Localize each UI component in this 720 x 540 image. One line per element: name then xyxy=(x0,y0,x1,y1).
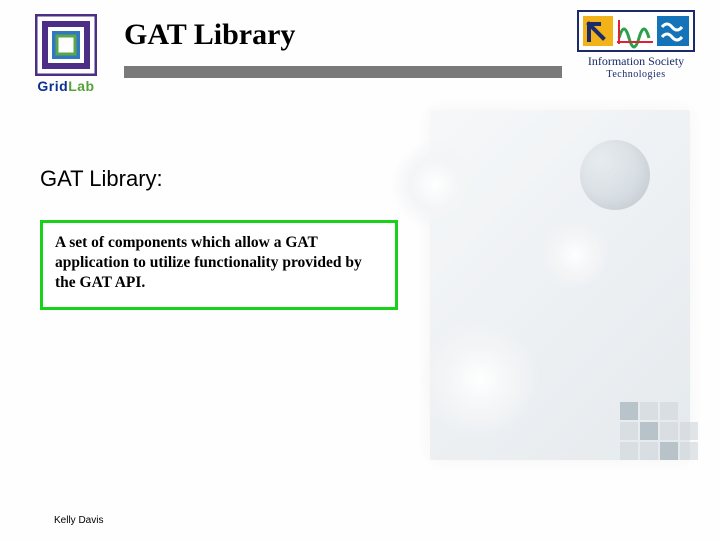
gridlab-logo: GridLab xyxy=(18,14,114,94)
gridlab-icon xyxy=(35,14,97,76)
ist-icon xyxy=(577,10,695,52)
ist-logo: Information Society Technologies xyxy=(566,10,706,80)
slide-body: GAT Library: A set of components which a… xyxy=(0,96,720,310)
slide-title: GAT Library xyxy=(124,18,295,52)
slide-header: GridLab GAT Library Information Society … xyxy=(0,0,720,96)
decorative-grid xyxy=(620,402,698,460)
title-rule xyxy=(124,66,562,78)
ist-text-line1: Information Society xyxy=(566,54,706,69)
author-footer: Kelly Davis xyxy=(54,515,103,526)
section-heading: GAT Library: xyxy=(40,166,680,192)
gridlab-text-grid: Grid xyxy=(37,78,68,94)
definition-box: A set of components which allow a GAT ap… xyxy=(40,220,398,310)
ist-text-line2: Technologies xyxy=(566,69,706,80)
gridlab-text-lab: Lab xyxy=(68,78,94,94)
